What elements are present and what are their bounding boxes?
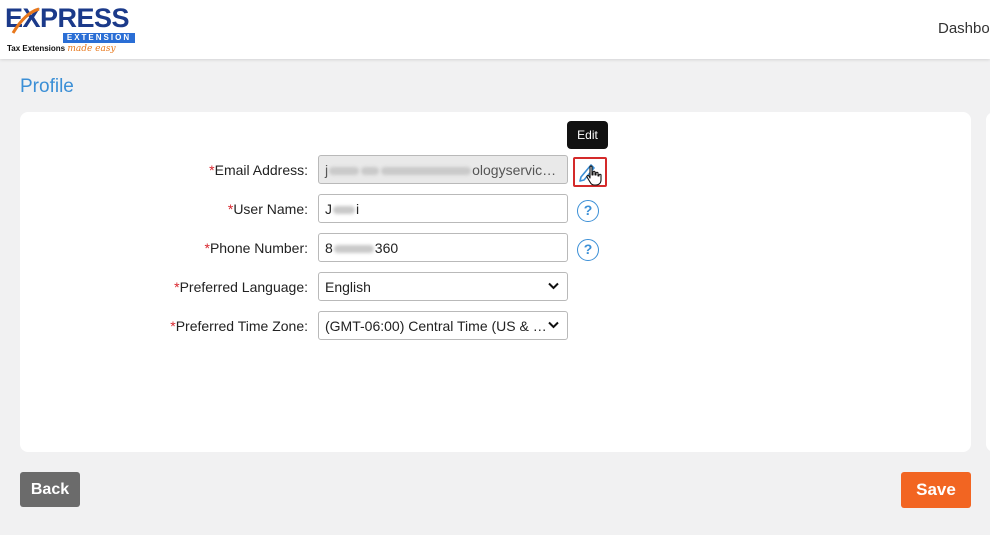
nav-dashboard-link[interactable]: Dashbo	[938, 20, 990, 37]
back-button[interactable]: Back	[20, 472, 80, 507]
username-label: *User Name:	[227, 201, 308, 217]
phone-field[interactable]: 8 360	[318, 233, 568, 262]
language-row: *Preferred Language: English	[20, 272, 971, 302]
save-button[interactable]: Save	[901, 472, 971, 508]
username-row: *User Name: Ji ?	[20, 194, 971, 224]
logo-swoosh-icon	[11, 7, 40, 34]
language-label: *Preferred Language:	[174, 279, 308, 295]
logo-extension-band: EXTENSION	[63, 33, 135, 43]
chevron-down-icon	[548, 321, 559, 329]
hand-pointer-icon	[586, 165, 602, 186]
phone-row: *Phone Number: 8 360 ?	[20, 233, 971, 263]
email-label: *Email Address:	[209, 162, 308, 178]
express-extension-logo[interactable]: EXPRESS EXTENSION Tax Extensions made ea…	[5, 3, 137, 55]
side-panel	[986, 112, 990, 452]
timezone-label: *Preferred Time Zone:	[170, 318, 308, 334]
page-title: Profile	[20, 76, 74, 97]
timezone-select[interactable]: (GMT-06:00) Central Time (US & …	[318, 311, 568, 340]
language-select[interactable]: English	[318, 272, 568, 301]
username-help-icon[interactable]: ?	[577, 200, 599, 222]
logo-tagline: Tax Extensions made easy	[7, 44, 116, 54]
phone-label: *Phone Number:	[204, 240, 308, 256]
top-bar: EXPRESS EXTENSION Tax Extensions made ea…	[0, 0, 990, 59]
edit-email-button[interactable]	[573, 157, 607, 187]
chevron-down-icon	[548, 282, 559, 290]
edit-tooltip: Edit	[567, 121, 608, 149]
timezone-row: *Preferred Time Zone: (GMT-06:00) Centra…	[20, 311, 971, 341]
username-field[interactable]: Ji	[318, 194, 568, 223]
phone-help-icon[interactable]: ?	[577, 239, 599, 261]
profile-card: Edit *Email Address: j ologyservic… *User…	[20, 112, 971, 452]
email-row: *Email Address: j ologyservic…	[20, 155, 971, 185]
email-field[interactable]: j ologyservic…	[318, 155, 568, 184]
